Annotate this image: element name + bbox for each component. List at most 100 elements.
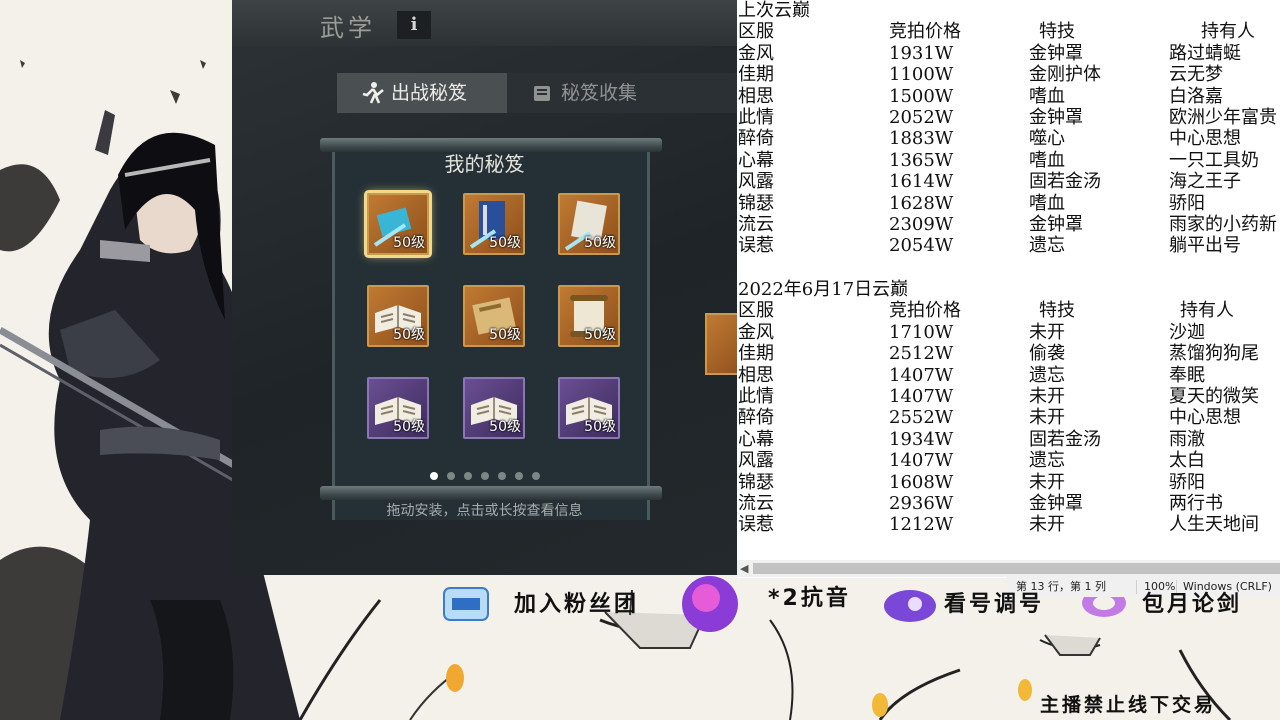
manual-slot[interactable]: 50级 (367, 377, 429, 439)
page-dot[interactable] (514, 472, 523, 480)
fan-badge-icon (443, 587, 489, 621)
table-cell: 未开 (1029, 386, 1065, 407)
table-cell: 1934W (889, 428, 954, 450)
table-cell: 躺平出号 (1169, 235, 1241, 257)
table-cell: 醉倚 (738, 407, 774, 429)
manual-slot[interactable]: 50级 (463, 193, 525, 255)
table-cell: 骄阳 (1169, 192, 1205, 214)
table-row: 锦瑟 1628W 嗜血 骄阳 (737, 193, 1280, 215)
table-cell: 特技 (1039, 21, 1075, 43)
scrollbar-thumb[interactable] (753, 563, 1280, 574)
scroll-left-arrow-icon[interactable]: ◀ (740, 560, 748, 577)
table-row: 此情 2052W 金钟罩 欧洲少年富贵 (737, 107, 1280, 129)
page-dot[interactable] (497, 472, 506, 480)
table-cell: 1407W (889, 364, 954, 386)
tab-equipped-manuals[interactable]: 出战秘笈 (337, 73, 507, 113)
table-cell: 路过蜻蜓 (1169, 42, 1241, 64)
manual-slot[interactable]: 50级 (558, 285, 620, 347)
table-cell: 竞拍价格 (889, 300, 961, 322)
info-button[interactable]: i (397, 11, 431, 39)
table-cell: 1710W (889, 321, 954, 343)
table-cell: 白洛嘉 (1169, 85, 1223, 107)
table-cell: 金钟罩 (1029, 214, 1083, 235)
table-cell: 1407W (889, 450, 954, 472)
tab-manual-collection[interactable]: 秘笈收集 (507, 73, 737, 113)
table-cell: 1365W (889, 149, 954, 171)
table-cell: 流云 (738, 493, 774, 514)
side-drag-slot[interactable] (705, 313, 737, 375)
table-cell: 1614W (889, 171, 954, 193)
table-cell: 误惹 (738, 514, 774, 536)
table-cell: 中心思想 (1169, 407, 1241, 429)
notepad-document[interactable]: 上次云巅 区服 竞拍价格 特技 持有人 金风 1931W 金钟罩 路过蜻蜓 佳期 1100W 金刚护体… (737, 0, 1280, 578)
table-row: 醉倚 2552W 未开 中心思想 (737, 407, 1280, 429)
manual-slot[interactable]: 50级 (463, 285, 525, 347)
table-row: 此情 1407W 未开 夏天的微笑 (737, 386, 1280, 408)
table-cell: 佳期 (738, 64, 774, 86)
section-heading-text: 上次云巅 (738, 0, 810, 21)
table-row: 风露 1614W 固若金汤 海之王子 (737, 171, 1280, 193)
manual-slot[interactable]: 50级 (463, 377, 525, 439)
page-dot[interactable] (463, 472, 472, 480)
manual-slot[interactable]: 50级 (558, 377, 620, 439)
table-cell: 固若金汤 (1029, 428, 1101, 450)
table-cell: 中心思想 (1169, 128, 1241, 150)
manual-slot[interactable]: 50级 (367, 193, 429, 255)
slot-level-label: 50级 (393, 419, 425, 435)
slot-level-label: 50级 (584, 235, 616, 251)
table-cell: 蒸馏狗狗尾 (1169, 343, 1259, 365)
table-cell: 金钟罩 (1029, 42, 1083, 64)
page-dot[interactable] (446, 472, 455, 480)
page-indicator[interactable] (232, 472, 737, 480)
table-cell: 相思 (738, 364, 774, 386)
table-header-row: 区服 竞拍价格 特技 持有人 (737, 21, 1280, 43)
horizontal-scrollbar[interactable]: ◀ (737, 560, 1280, 577)
fighter-stance-icon (362, 82, 384, 104)
rocket-icon (884, 590, 936, 622)
table-row: 风露 1407W 遗忘 太白 (737, 450, 1280, 472)
banner-anchor-note: *2抗音 (768, 586, 851, 610)
table-row: 流云 2936W 金钟罩 两行书 (737, 493, 1280, 515)
slot-level-label: 50级 (584, 327, 616, 343)
scroll-bottom-rod (320, 486, 662, 500)
section-heading: 上次云巅 (737, 0, 1280, 22)
table-row: 佳期 1100W 金刚护体 云无梦 (737, 64, 1280, 86)
table-cell: 云无梦 (1169, 64, 1223, 86)
slot-level-label: 50级 (584, 419, 616, 435)
table-cell: 1931W (889, 42, 954, 64)
table-cell: 持有人 (1180, 300, 1234, 322)
table-cell: 心幕 (738, 149, 774, 171)
table-cell: 1212W (889, 514, 954, 536)
table-row: 醉倚 1883W 噬心 中心思想 (737, 128, 1280, 150)
table-cell: 奉眠 (1169, 364, 1205, 386)
table-cell: 海之王子 (1169, 171, 1241, 193)
table-cell: 锦瑟 (738, 471, 774, 493)
table-cell: 固若金汤 (1029, 171, 1101, 193)
table-cell: 金风 (738, 42, 774, 64)
page-dot[interactable] (480, 472, 489, 480)
table-cell: 1500W (889, 85, 954, 107)
page-dot[interactable] (429, 472, 438, 480)
table-cell: 此情 (738, 386, 774, 407)
table-cell: 未开 (1029, 514, 1065, 536)
table-row: 金风 1710W 未开 沙迦 (737, 322, 1280, 344)
table-cell: 夏天的微笑 (1169, 386, 1259, 407)
table-row: 锦瑟 1608W 未开 骄阳 (737, 472, 1280, 494)
page-dot[interactable] (531, 472, 540, 480)
table-cell: 特技 (1039, 300, 1075, 322)
manual-slot[interactable]: 50级 (367, 285, 429, 347)
table-cell: 嗜血 (1029, 192, 1065, 214)
table-cell: 2309W (889, 214, 954, 235)
section-heading: 2022年6月17日云巅 (737, 279, 1280, 301)
game-header-bar: 武学 i (232, 0, 737, 46)
tab-equipped-label: 出战秘笈 (391, 82, 468, 104)
manual-slot[interactable]: 50级 (558, 193, 620, 255)
table-cell: 区服 (738, 21, 774, 43)
table-cell: 遗忘 (1029, 450, 1065, 472)
table-cell: 佳期 (738, 343, 774, 365)
table-cell: 两行书 (1169, 493, 1223, 514)
game-skill-window: 武学 i 出战秘笈 秘笈收集 我的秘笈 50级 50级 50级 50级 50级 50级 50… (232, 0, 737, 575)
table-cell: 1100W (889, 64, 954, 86)
table-cell: 遗忘 (1029, 235, 1065, 257)
table-cell: 未开 (1029, 407, 1065, 429)
